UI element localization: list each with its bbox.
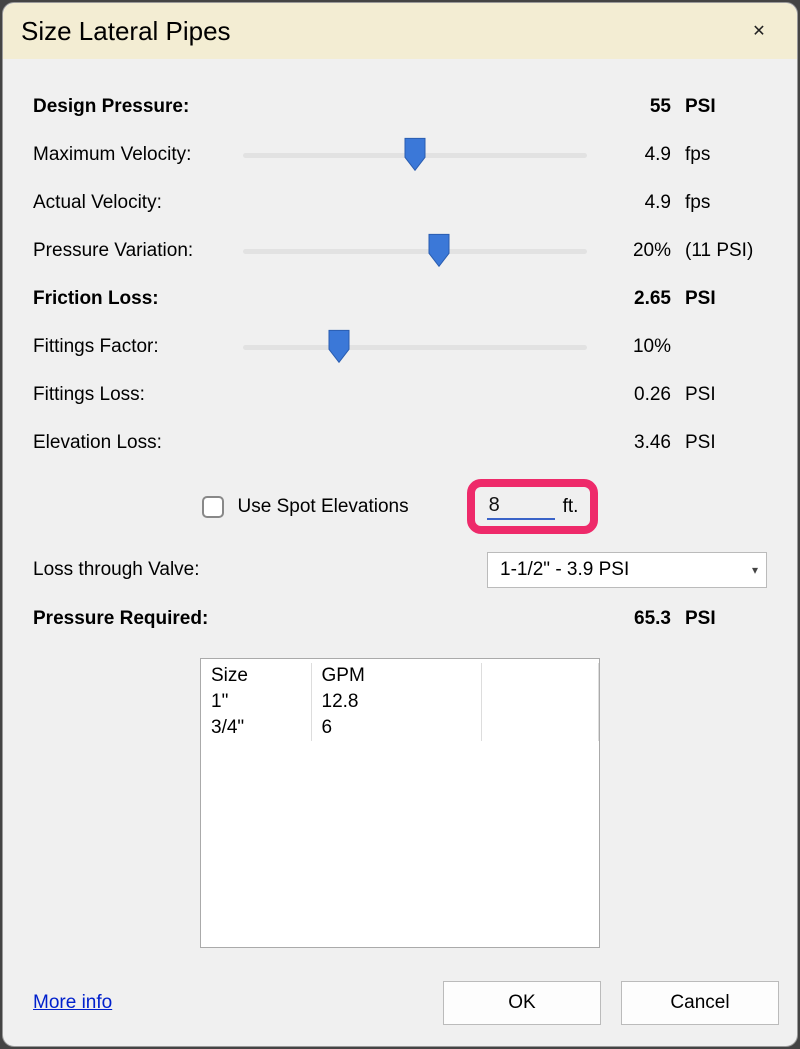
pressure-variation-value: 20% xyxy=(597,240,677,262)
pressure-variation-slider[interactable] xyxy=(243,233,587,269)
row-fittings-factor: Fittings Factor: 10% xyxy=(33,323,767,371)
fittings-loss-unit: PSI xyxy=(677,384,767,406)
table-row[interactable]: 3/4" 6 xyxy=(201,715,599,741)
pressure-required-value: 65.3 xyxy=(597,608,677,630)
design-pressure-value: 55 xyxy=(597,96,677,118)
fittings-factor-value: 10% xyxy=(597,336,677,358)
elevation-unit: ft. xyxy=(563,496,579,518)
elevation-loss-value: 3.46 xyxy=(597,432,677,454)
dialog-content: Design Pressure: 55 PSI Maximum Velocity… xyxy=(3,59,797,966)
fittings-factor-slider[interactable] xyxy=(243,329,587,365)
dialog-footer: More info OK Cancel xyxy=(3,966,797,1046)
row-elevation-loss: Elevation Loss: 3.46 PSI xyxy=(33,419,767,467)
max-velocity-label: Maximum Velocity: xyxy=(33,144,233,166)
elevation-loss-label: Elevation Loss: xyxy=(33,432,233,454)
actual-velocity-unit: fps xyxy=(677,192,767,214)
elevation-input-highlight: ft. xyxy=(467,479,599,534)
dialog-title: Size Lateral Pipes xyxy=(21,16,231,47)
close-icon[interactable]: ✕ xyxy=(739,3,779,59)
slider-thumb-icon[interactable] xyxy=(404,137,426,171)
row-pressure-variation: Pressure Variation: 20% (11 PSI) xyxy=(33,227,767,275)
pipe-size-table: Size GPM 1" 12.8 3/4" 6 xyxy=(200,658,600,948)
row-use-spot-elevations: Use Spot Elevations ft. xyxy=(33,479,767,534)
max-velocity-value: 4.9 xyxy=(597,144,677,166)
row-pressure-required: Pressure Required: 65.3 PSI xyxy=(33,608,767,630)
row-actual-velocity: Actual Velocity: 4.9 fps xyxy=(33,179,767,227)
actual-velocity-value: 4.9 xyxy=(597,192,677,214)
table-header-gpm: GPM xyxy=(311,663,481,689)
max-velocity-unit: fps xyxy=(677,144,767,166)
loss-through-valve-label: Loss through Valve: xyxy=(33,559,487,581)
use-spot-elevations-checkbox[interactable] xyxy=(202,496,224,518)
slider-thumb-icon[interactable] xyxy=(328,329,350,363)
pressure-required-label: Pressure Required: xyxy=(33,608,597,630)
valve-selected-value: 1-1/2" - 3.9 PSI xyxy=(500,559,629,581)
friction-loss-unit: PSI xyxy=(677,288,767,310)
fittings-loss-label: Fittings Loss: xyxy=(33,384,233,406)
row-max-velocity: Maximum Velocity: 4.9 fps xyxy=(33,131,767,179)
use-spot-elevations-label: Use Spot Elevations xyxy=(238,496,409,518)
chevron-down-icon: ▾ xyxy=(752,553,758,587)
row-fittings-loss: Fittings Loss: 0.26 PSI xyxy=(33,371,767,419)
actual-velocity-label: Actual Velocity: xyxy=(33,192,233,214)
friction-loss-label: Friction Loss: xyxy=(33,288,233,310)
fittings-factor-label: Fittings Factor: xyxy=(33,336,233,358)
design-pressure-label: Design Pressure: xyxy=(33,96,233,118)
pressure-variation-unit: (11 PSI) xyxy=(677,240,767,262)
pressure-required-unit: PSI xyxy=(677,608,767,630)
design-pressure-unit: PSI xyxy=(677,96,767,118)
table-header-size: Size xyxy=(201,663,311,689)
dialog-size-lateral-pipes: Size Lateral Pipes ✕ Design Pressure: 55… xyxy=(2,2,798,1047)
cancel-button[interactable]: Cancel xyxy=(621,981,779,1025)
row-loss-through-valve: Loss through Valve: 1-1/2" - 3.9 PSI ▾ xyxy=(33,552,767,588)
table-cell-gpm: 12.8 xyxy=(311,689,481,715)
pressure-variation-label: Pressure Variation: xyxy=(33,240,233,262)
elevation-loss-unit: PSI xyxy=(677,432,767,454)
slider-thumb-icon[interactable] xyxy=(428,233,450,267)
row-friction-loss: Friction Loss: 2.65 PSI xyxy=(33,275,767,323)
elevation-input[interactable] xyxy=(487,493,555,520)
table-row[interactable]: 1" 12.8 xyxy=(201,689,599,715)
fittings-loss-value: 0.26 xyxy=(597,384,677,406)
ok-button[interactable]: OK xyxy=(443,981,601,1025)
table-header-row: Size GPM xyxy=(201,663,599,689)
max-velocity-slider[interactable] xyxy=(243,137,587,173)
table-cell-size: 1" xyxy=(201,689,311,715)
titlebar: Size Lateral Pipes ✕ xyxy=(3,3,797,59)
table-cell-size: 3/4" xyxy=(201,715,311,741)
friction-loss-value: 2.65 xyxy=(597,288,677,310)
more-info-link[interactable]: More info xyxy=(33,992,112,1014)
valve-select[interactable]: 1-1/2" - 3.9 PSI ▾ xyxy=(487,552,767,588)
table-cell-gpm: 6 xyxy=(311,715,481,741)
row-design-pressure: Design Pressure: 55 PSI xyxy=(33,83,767,131)
